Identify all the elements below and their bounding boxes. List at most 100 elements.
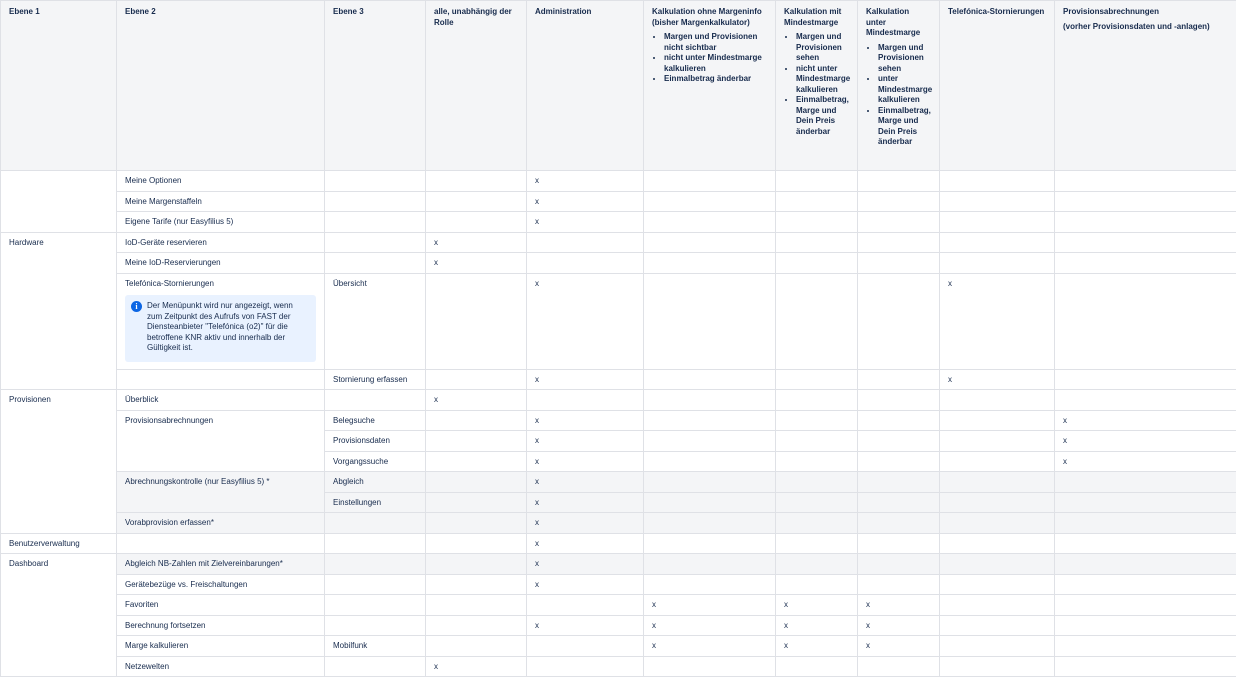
cell-benutzerverwaltung: Benutzerverwaltung xyxy=(0,532,117,554)
kalkulation-ohne-list: Margen und Provisionen nicht sichtbar ni… xyxy=(652,32,767,85)
mark-cell: x xyxy=(526,409,644,431)
cell-stornierung-erfassen: Stornierung erfassen xyxy=(324,368,426,390)
header-kalkulation-unter-title: Kalkulation unter Mindestmarge xyxy=(866,7,921,37)
table-row: Provisionsabrechnungen Belegsuche x x xyxy=(1,409,1236,472)
cell-vorgangssuche: Vorgangssuche xyxy=(324,450,426,472)
mark-cell: x xyxy=(425,655,527,677)
cell-abgleich: Abgleich xyxy=(324,471,426,493)
mark-cell: x xyxy=(526,450,644,472)
table-row: Gerätebezüge vs. Freischaltungen x xyxy=(1,573,1236,595)
list-item: Einmalbetrag, Marge und Dein Preis änder… xyxy=(796,95,849,137)
mark-cell: x xyxy=(775,594,858,616)
table-row: Dashboard Abgleich NB-Zahlen mit Zielver… xyxy=(0,553,1236,677)
list-item: Margen und Provisionen nicht sichtbar xyxy=(664,32,767,53)
table-row: Meine Optionen x xyxy=(0,170,1236,233)
mark-cell: x xyxy=(643,594,776,616)
info-note-text: Der Menüpunkt wird nur angezeigt, wenn z… xyxy=(147,301,293,352)
mark-cell: x xyxy=(526,170,644,192)
table-row: Vorabprovision erfassen* x xyxy=(1,512,1236,534)
list-item: Margen und Provisionen sehen xyxy=(878,43,931,75)
table-row: Telefónica-Stornierungen i Der Menüpunkt… xyxy=(1,272,1236,370)
mark-cell: x xyxy=(775,635,858,657)
header-telefonica-stornierungen: Telefónica-Stornierungen xyxy=(939,0,1055,171)
cell-geraetebezuege: Gerätebezüge vs. Freischaltungen xyxy=(116,573,325,595)
table-row: Eigene Tarife (nur Easyfilius 5) x xyxy=(1,211,1236,233)
list-item: nicht unter Mindestmarge kalkulieren xyxy=(664,53,767,74)
cell-hardware: Hardware xyxy=(0,231,117,390)
mark-cell: x xyxy=(526,532,644,554)
cell-meine-optionen: Meine Optionen xyxy=(116,170,325,192)
header-provisionsabrechnungen-title: Provisionsabrechnungen xyxy=(1063,7,1160,16)
mark-cell: x xyxy=(857,614,940,636)
header-kalkulation-ohne: Kalkulation ohne Margeninfo (bisher Marg… xyxy=(643,0,776,171)
header-kalkulation-mit-title: Kalkulation mit Mindestmarge xyxy=(784,7,842,27)
mark-cell: x xyxy=(425,231,527,253)
cell-provisionsdaten: Provisionsdaten xyxy=(324,430,426,452)
kalkulation-mit-list: Margen und Provisionen sehen nicht unter… xyxy=(784,32,850,137)
cell-telefonica-stornierungen: Telefónica-Stornierungen i Der Menüpunkt… xyxy=(116,272,325,370)
mark-cell: x xyxy=(526,491,644,513)
mark-cell: x xyxy=(939,272,1055,370)
table-row: Marge kalkulieren Mobilfunk x x x xyxy=(1,635,1236,657)
cell-netzewelten: Netzewelten xyxy=(116,655,325,677)
table-row: Meine Margenstaffeln x xyxy=(1,190,1236,212)
table-row: Meine IoD-Reservierungen x xyxy=(1,252,1236,274)
list-item: unter Mindestmarge kalkulieren xyxy=(878,74,932,106)
list-item: Einmalbetrag, Marge und Dein Preis änder… xyxy=(878,106,931,148)
mark-cell: x xyxy=(1054,409,1236,431)
cell-ueberblick: Überblick xyxy=(116,389,325,411)
mark-cell: x xyxy=(526,211,644,233)
list-item: Margen und Provisionen sehen xyxy=(796,32,849,64)
cell-vorabprovision: Vorabprovision erfassen* xyxy=(116,512,325,534)
mark-cell: x xyxy=(526,368,644,390)
mark-cell: x xyxy=(939,368,1055,390)
mark-cell: x xyxy=(526,272,644,370)
table-row: Hardware IoD-Geräte reservieren x xyxy=(0,231,1236,390)
cell-dashboard: Dashboard xyxy=(0,553,117,677)
cell-provisionen: Provisionen xyxy=(0,389,117,534)
mark-cell: x xyxy=(526,573,644,595)
mark-cell: x xyxy=(643,635,776,657)
mark-cell: x xyxy=(1054,450,1236,472)
table-row: Benutzerverwaltung x xyxy=(0,532,1236,554)
mark-cell: x xyxy=(526,512,644,534)
cell-favoriten: Favoriten xyxy=(116,594,325,616)
info-icon: i xyxy=(131,301,142,312)
header-kalkulation-mit: Kalkulation mit Mindestmarge Margen und … xyxy=(775,0,858,171)
header-provisionsabrechnungen-subtitle: (vorher Provisionsdaten und -anlagen) xyxy=(1063,21,1210,31)
mark-cell: x xyxy=(775,614,858,636)
cell-mobilfunk: Mobilfunk xyxy=(324,635,426,657)
cell-ebene1-empty xyxy=(0,170,117,233)
mark-cell: x xyxy=(643,614,776,636)
kalkulation-unter-list: Margen und Provisionen sehen unter Minde… xyxy=(866,43,932,148)
mark-cell: x xyxy=(526,430,644,452)
header-alle: alle, unabhängig der Rolle xyxy=(425,0,527,171)
mark-cell: x xyxy=(526,471,644,493)
mark-cell: x xyxy=(1054,430,1236,452)
mark-cell: x xyxy=(526,553,644,575)
cell-belegsuche: Belegsuche xyxy=(324,409,426,431)
list-item: nicht unter Mindestmarge kalkulieren xyxy=(796,64,850,96)
cell-einstellungen: Einstellungen xyxy=(324,491,426,513)
table-row: Berechnung fortsetzen x x x x xyxy=(1,614,1236,636)
header-row: Ebene 1 Ebene 2 Ebene 3 alle, unabhängig… xyxy=(0,0,1236,171)
header-ebene3: Ebene 3 xyxy=(324,0,426,171)
mark-cell: x xyxy=(425,389,527,411)
table-row: Stornierung erfassen x x xyxy=(1,368,1236,390)
roles-matrix-table: Ebene 1 Ebene 2 Ebene 3 alle, unabhängig… xyxy=(0,0,1236,677)
cell-uebersicht: Übersicht xyxy=(324,272,426,370)
list-item: Einmalbetrag änderbar xyxy=(664,74,767,85)
mark-cell: x xyxy=(526,190,644,212)
mark-cell: x xyxy=(857,635,940,657)
cell-abrechnungskontrolle: Abrechnungskontrolle (nur Easyfilius 5) … xyxy=(116,471,325,513)
cell-meine-iod: Meine IoD-Reservierungen xyxy=(116,252,325,274)
mark-cell: x xyxy=(526,614,644,636)
info-note: i Der Menüpunkt wird nur angezeigt, wenn… xyxy=(125,295,316,362)
cell-meine-margenstaffeln: Meine Margenstaffeln xyxy=(116,190,325,212)
cell-abgleich-nb: Abgleich NB-Zahlen mit Zielvereinbarunge… xyxy=(116,553,325,575)
cell-iod-reservieren: IoD-Geräte reservieren xyxy=(116,231,325,253)
cell-eigene-tarife: Eigene Tarife (nur Easyfilius 5) xyxy=(116,211,325,233)
header-kalkulation-ohne-title: Kalkulation ohne Margeninfo (bisher Marg… xyxy=(652,7,762,27)
mark-cell: x xyxy=(425,252,527,274)
header-provisionsabrechnungen: Provisionsabrechnungen (vorher Provision… xyxy=(1054,0,1236,171)
